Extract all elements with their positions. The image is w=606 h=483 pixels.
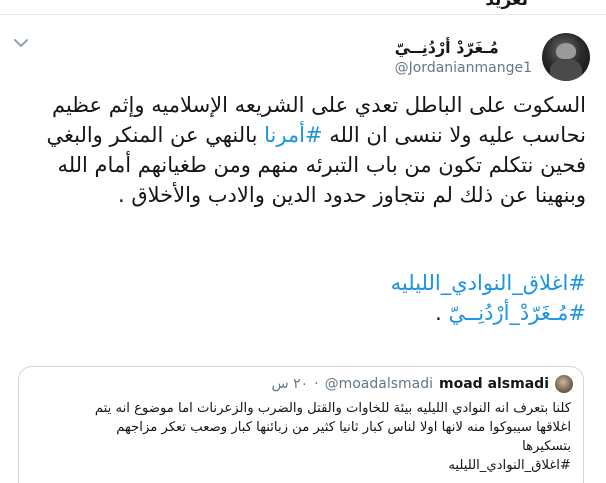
chevron-down-icon xyxy=(14,38,28,47)
tweet-text: السكوت على الباطل تعدي على الشريعه الإسل… xyxy=(12,90,586,210)
quoted-text-line: اغلاقها سيبوكوا منه لانها اولا لناس كبار… xyxy=(116,420,571,435)
header-partial-title: تغريد xyxy=(485,0,528,10)
avatar xyxy=(555,375,573,393)
hashtag-suffix: . xyxy=(435,301,449,325)
tweet-menu-button[interactable] xyxy=(12,36,30,50)
author-names: مُـغَرّدْ أرْدُنِــيّ @Jordanianmange1 xyxy=(395,37,532,77)
avatar-figure-body xyxy=(550,59,582,81)
tweet-author-header: مُـغَرّدْ أرْدُنِــيّ @Jordanianmange1 xyxy=(395,30,590,84)
avatar[interactable] xyxy=(542,33,590,81)
quoted-timestamp: ٢٠ س xyxy=(271,376,309,392)
quoted-tweet-header: moad alsmadi @moadalsmadi · ٢٠ س xyxy=(272,373,573,395)
quoted-tweet-text: كلنا بتعرف انه النوادي الليليه بيئة للخا… xyxy=(31,399,571,475)
hashtag-line-1: #اغلاق_النوادي_الليليه xyxy=(12,268,586,298)
quoted-author-handle: @moadalsmadi xyxy=(324,376,434,392)
tweet-hashtags: #اغلاق_النوادي_الليليه #مُـغَرّدْ_أرْدُن… xyxy=(12,268,586,328)
hashtag-link[interactable]: #اغلاق_النوادي_الليليه xyxy=(391,271,586,295)
quoted-hashtag: #اغلاق_النوادي_الليليه xyxy=(448,458,571,473)
quoted-author-name: moad alsmadi xyxy=(439,376,549,392)
quoted-text-line: كلنا بتعرف انه النوادي الليليه بيئة للخا… xyxy=(94,401,571,416)
avatar-figure-head xyxy=(556,43,576,59)
tweet-page: تغريد مُـغَرّدْ أرْدُنِــيّ @Jordanianma… xyxy=(0,0,606,483)
hashtag-line-2: #مُـغَرّدْ_أرْدُنِــيّ . xyxy=(12,298,586,328)
author-handle[interactable]: @Jordanianmange1 xyxy=(395,59,532,77)
quoted-text-line: بتسكيرها xyxy=(522,439,571,454)
author-display-name[interactable]: مُـغَرّدْ أرْدُنِــيّ xyxy=(395,37,499,59)
quoted-tweet[interactable]: moad alsmadi @moadalsmadi · ٢٠ س كلنا بت… xyxy=(18,366,584,483)
tweet-paragraph: السكوت على الباطل تعدي على الشريعه الإسل… xyxy=(12,90,586,210)
hashtag-link[interactable]: #أمرنا xyxy=(264,123,323,147)
hashtag-link[interactable]: #مُـغَرّدْ_أرْدُنِــيّ xyxy=(448,301,586,325)
separator-dot: · xyxy=(314,376,319,392)
top-header-strip: تغريد xyxy=(0,0,606,15)
